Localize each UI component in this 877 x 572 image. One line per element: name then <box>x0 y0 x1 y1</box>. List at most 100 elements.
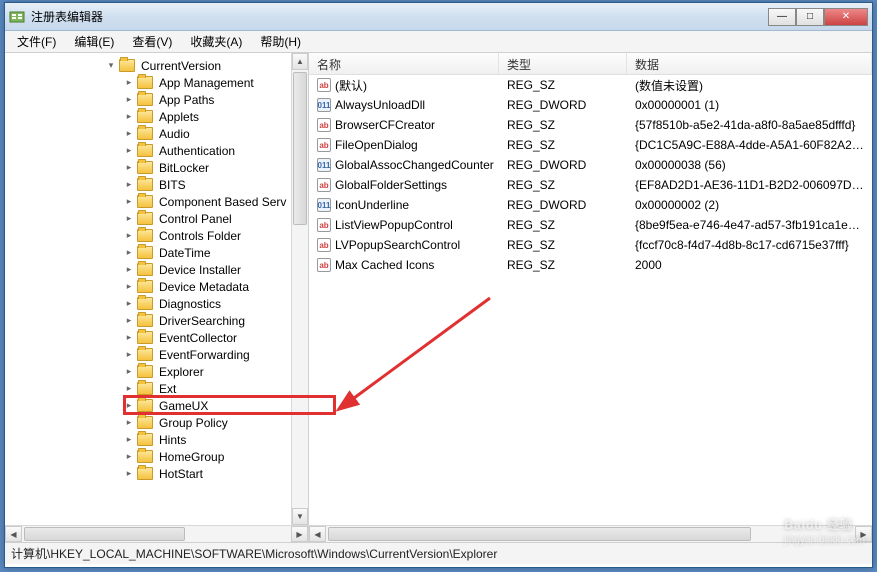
tree-item[interactable]: ▸Group Policy <box>5 414 308 431</box>
tree-item[interactable]: ▸Ext <box>5 380 308 397</box>
value-row[interactable]: 011GlobalAssocChangedCounterREG_DWORD0x0… <box>309 155 872 175</box>
folder-icon <box>137 365 153 378</box>
tree-item[interactable]: ▸Authentication <box>5 142 308 159</box>
tree-item[interactable]: ▸EventForwarding <box>5 346 308 363</box>
tree-vscroll-thumb[interactable] <box>293 72 307 225</box>
expand-icon[interactable]: ▸ <box>123 264 135 275</box>
close-button[interactable]: ✕ <box>824 8 868 26</box>
tree-item[interactable]: ▸ Audio <box>5 125 308 142</box>
scroll-up-icon[interactable]: ▲ <box>292 53 308 70</box>
tree-item[interactable]: ▸Explorer <box>5 363 308 380</box>
titlebar[interactable]: 注册表编辑器 — □ ✕ <box>5 3 872 31</box>
expand-icon[interactable]: ▸ <box>123 332 135 343</box>
value-row[interactable]: 011IconUnderlineREG_DWORD0x00000002 (2) <box>309 195 872 215</box>
expand-icon[interactable]: ▸ <box>123 77 135 88</box>
tree-item[interactable]: ▸ DriverSearching <box>5 312 308 329</box>
expand-icon[interactable]: ▸ <box>123 366 135 377</box>
expand-icon[interactable]: ▸ <box>123 179 135 190</box>
tree-item[interactable]: ▸BITS <box>5 176 308 193</box>
value-data: {EF8AD2D1-AE36-11D1-B2D2-006097DF8C1 <box>627 178 872 192</box>
value-row[interactable]: abBrowserCFCreatorREG_SZ{57f8510b-a5e2-4… <box>309 115 872 135</box>
list-hscroll-thumb[interactable] <box>328 527 751 541</box>
menu-view[interactable]: 查看(V) <box>124 31 180 52</box>
tree-item[interactable]: ▸Controls Folder <box>5 227 308 244</box>
menu-edit[interactable]: 编辑(E) <box>66 31 122 52</box>
tree-root[interactable]: ▾CurrentVersion <box>5 57 308 74</box>
string-value-icon: ab <box>317 138 331 152</box>
value-row[interactable]: 011AlwaysUnloadDllREG_DWORD0x00000001 (1… <box>309 95 872 115</box>
tree-item[interactable]: ▸Hints <box>5 431 308 448</box>
tree-item[interactable]: ▸Device Installer <box>5 261 308 278</box>
expand-icon[interactable]: ▸ <box>123 383 135 394</box>
tree-item[interactable]: ▸App Paths <box>5 91 308 108</box>
expand-icon[interactable]: ▸ <box>123 417 135 428</box>
expand-icon[interactable]: ▸ <box>123 145 135 156</box>
expand-icon[interactable]: ▸ <box>123 349 135 360</box>
tree-vscroll[interactable]: ▲ ▼ <box>291 53 308 525</box>
tree-item[interactable]: ▸Device Metadata <box>5 278 308 295</box>
tree-hscroll-thumb[interactable] <box>24 527 185 541</box>
expand-icon[interactable]: ▸ <box>123 298 135 309</box>
value-row[interactable]: ab(默认)REG_SZ(数值未设置) <box>309 75 872 95</box>
tree-item[interactable]: ▸App Management <box>5 74 308 91</box>
expand-icon[interactable]: ▸ <box>123 468 135 479</box>
value-type: REG_SZ <box>499 138 627 152</box>
col-type[interactable]: 类型 <box>499 53 627 74</box>
expand-icon[interactable]: ▸ <box>123 247 135 258</box>
list-hscroll[interactable]: ◀ ▶ <box>309 525 872 542</box>
tree-label: DriverSearching <box>157 314 247 328</box>
registry-tree[interactable]: ▾CurrentVersion▸App Management▸App Paths… <box>5 53 308 523</box>
tree-hscroll[interactable]: ◀ ▶ <box>5 525 308 542</box>
tree-item[interactable]: ▸HotStart <box>5 465 308 482</box>
tree-item[interactable]: ▸Control Panel <box>5 210 308 227</box>
expand-icon[interactable]: ▸ <box>123 315 135 326</box>
expand-icon[interactable]: ▸ <box>123 400 135 411</box>
maximize-button[interactable]: □ <box>796 8 824 26</box>
value-name: LVPopupSearchControl <box>335 238 460 252</box>
expand-icon[interactable]: ▸ <box>123 196 135 207</box>
col-data[interactable]: 数据 <box>627 53 872 74</box>
menu-help[interactable]: 帮助(H) <box>252 31 309 52</box>
collapse-icon[interactable]: ▾ <box>105 60 117 71</box>
value-type: REG_DWORD <box>499 98 627 112</box>
tree-item[interactable]: ▸Diagnostics <box>5 295 308 312</box>
tree-label: DateTime <box>157 246 213 260</box>
col-name[interactable]: 名称 <box>309 53 499 74</box>
tree-item[interactable]: ▸EventCollector <box>5 329 308 346</box>
expand-icon[interactable]: ▸ <box>123 94 135 105</box>
scroll-right-icon[interactable]: ▶ <box>855 526 872 542</box>
menu-favorites[interactable]: 收藏夹(A) <box>182 31 250 52</box>
value-type: REG_SZ <box>499 238 627 252</box>
registry-values-list[interactable]: ab(默认)REG_SZ(数值未设置)011AlwaysUnloadDllREG… <box>309 75 872 523</box>
value-row[interactable]: abGlobalFolderSettingsREG_SZ{EF8AD2D1-AE… <box>309 175 872 195</box>
expand-icon[interactable]: ▸ <box>123 230 135 241</box>
tree-item[interactable]: ▸Component Based Serv <box>5 193 308 210</box>
value-row[interactable]: abListViewPopupControlREG_SZ{8be9f5ea-e7… <box>309 215 872 235</box>
window-title: 注册表编辑器 <box>31 8 768 25</box>
scroll-left-icon[interactable]: ◀ <box>309 526 326 542</box>
tree-label: HomeGroup <box>157 450 226 464</box>
scroll-right-icon[interactable]: ▶ <box>291 526 308 542</box>
menu-file[interactable]: 文件(F) <box>9 31 64 52</box>
expand-icon[interactable]: ▸ <box>123 451 135 462</box>
expand-icon[interactable]: ▸ <box>123 434 135 445</box>
expand-icon[interactable]: ▸ <box>123 281 135 292</box>
tree-item[interactable]: ▸Applets <box>5 108 308 125</box>
minimize-button[interactable]: — <box>768 8 796 26</box>
scroll-left-icon[interactable]: ◀ <box>5 526 22 542</box>
expand-icon[interactable]: ▸ <box>123 128 135 139</box>
tree-label: Audio <box>157 127 192 141</box>
expand-icon[interactable]: ▸ <box>123 213 135 224</box>
tree-pane: ▾CurrentVersion▸App Management▸App Paths… <box>5 53 309 542</box>
value-row[interactable]: abMax Cached IconsREG_SZ2000 <box>309 255 872 275</box>
tree-item[interactable]: ▸BitLocker <box>5 159 308 176</box>
tree-item[interactable]: ▸ DateTime <box>5 244 308 261</box>
expand-icon[interactable]: ▸ <box>123 162 135 173</box>
scroll-down-icon[interactable]: ▼ <box>292 508 308 525</box>
tree-item[interactable]: ▸ HomeGroup <box>5 448 308 465</box>
expand-icon[interactable]: ▸ <box>123 111 135 122</box>
value-data: {fccf70c8-f4d7-4d8b-8c17-cd6715e37fff} <box>627 238 872 252</box>
value-row[interactable]: abLVPopupSearchControlREG_SZ{fccf70c8-f4… <box>309 235 872 255</box>
value-row[interactable]: abFileOpenDialogREG_SZ{DC1C5A9C-E88A-4dd… <box>309 135 872 155</box>
tree-item[interactable]: ▸GameUX <box>5 397 308 414</box>
